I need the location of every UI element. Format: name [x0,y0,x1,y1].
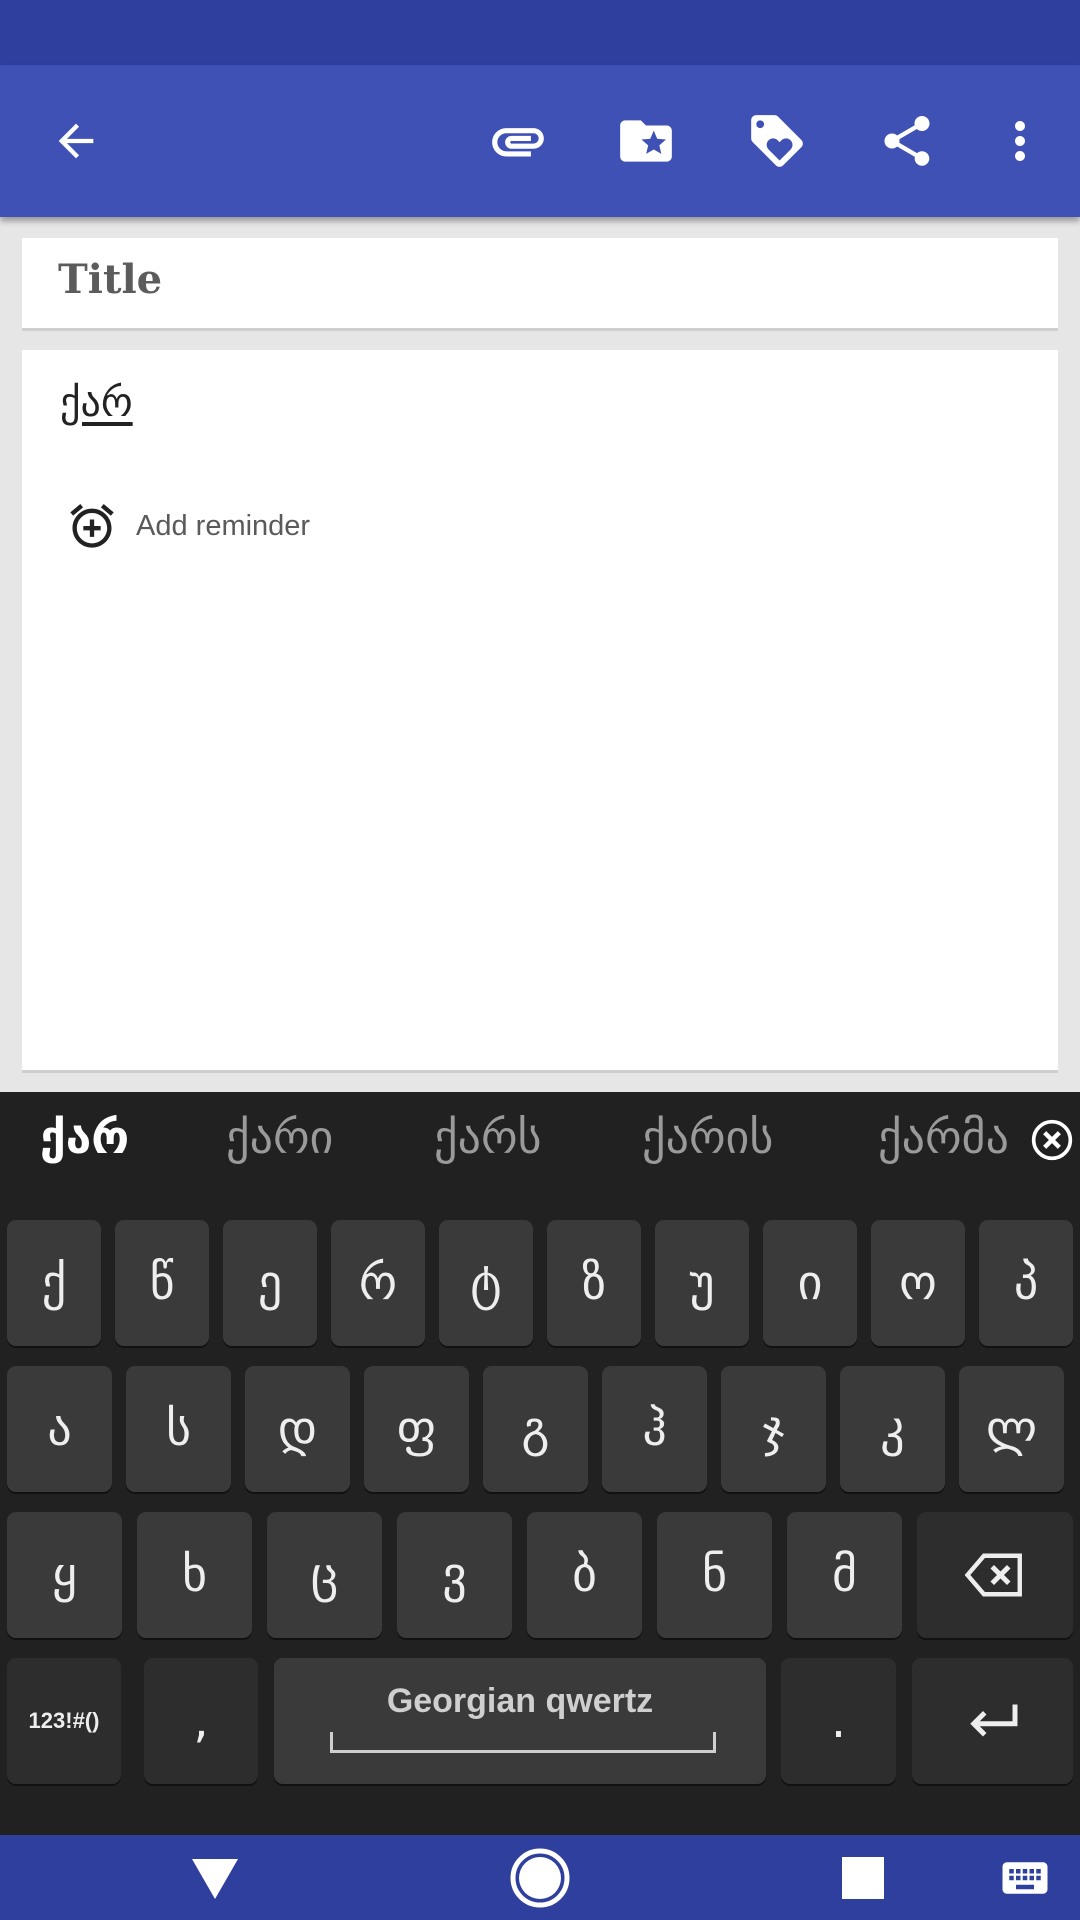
more-vert-icon [1015,121,1025,161]
key[interactable]: ნ [657,1512,772,1638]
key[interactable]: ტ [439,1220,533,1346]
key[interactable]: ვ [397,1512,512,1638]
key[interactable]: უ [655,1220,749,1346]
key[interactable]: ფ [364,1366,469,1492]
square-recents-icon [842,1857,884,1899]
symbols-key[interactable]: 123!#() [7,1658,121,1784]
key[interactable]: ო [871,1220,965,1346]
suggestion[interactable]: ქარის [642,1110,773,1164]
comma-key[interactable]: , [144,1658,258,1784]
backspace-icon [964,1553,1022,1597]
key[interactable]: მ [787,1512,902,1638]
key[interactable]: პ [979,1220,1073,1346]
keyboard-switch-button[interactable] [990,1849,1060,1907]
app-bar [0,65,1080,217]
enter-key[interactable] [912,1658,1073,1784]
key[interactable]: ქ [7,1220,101,1346]
backspace-key[interactable] [917,1512,1073,1638]
title-card: Title [22,238,1058,328]
tag-heart-icon [751,115,803,167]
tag-button[interactable] [739,103,815,179]
key[interactable]: დ [245,1366,350,1492]
close-circle-icon [1031,1119,1073,1161]
suggestion-primary[interactable]: ქარ [40,1110,129,1164]
key[interactable]: ე [223,1220,317,1346]
key[interactable]: ა [7,1366,112,1492]
more-options-button[interactable] [990,103,1050,179]
status-bar [0,0,1080,65]
alarm-add-icon [70,504,114,548]
suggestion[interactable]: ქარმა [878,1110,1028,1164]
paperclip-icon [492,128,544,157]
share-button[interactable] [869,103,945,179]
arrow-back-icon [58,123,94,159]
add-reminder-button[interactable]: Add reminder [66,500,310,552]
key[interactable]: გ [483,1366,588,1492]
content-input[interactable]: ქარ [60,380,133,426]
key[interactable]: კ [840,1366,945,1492]
navigation-bar [0,1835,1080,1920]
period-key[interactable]: . [781,1658,896,1784]
attach-button[interactable] [480,103,556,179]
suggestion-strip: ქარ ქარი ქარს ქარის ქარმა [0,1092,1080,1190]
nav-back-button[interactable] [180,1847,250,1909]
nav-recents-button[interactable] [830,1847,896,1909]
close-suggestions-button[interactable] [1030,1118,1074,1162]
nav-home-button[interactable] [505,1845,575,1911]
title-input[interactable]: Title [58,256,162,303]
soft-keyboard: ქარ ქარი ქარს ქარის ქარმა ქ წ ე რ ტ ზ უ … [0,1092,1080,1835]
suggestion[interactable]: ქარს [434,1110,542,1164]
key[interactable]: ჯ [721,1366,826,1492]
suggestion[interactable]: ქარი [226,1110,333,1164]
content-card: ქარ Add reminder [22,350,1058,1070]
space-bar-glyph [330,1732,716,1753]
key[interactable]: ზ [547,1220,641,1346]
key[interactable]: ც [267,1512,382,1638]
key[interactable]: ჰ [602,1366,707,1492]
share-icon [884,116,930,166]
key[interactable]: ს [126,1366,231,1492]
enter-icon [969,1704,1017,1737]
key[interactable]: ხ [137,1512,252,1638]
space-key[interactable]: Georgian qwertz [274,1658,766,1784]
key[interactable]: ბ [527,1512,642,1638]
space-key-label: Georgian qwertz [386,1682,654,1720]
key[interactable]: წ [115,1220,209,1346]
circle-home-icon [510,1848,570,1908]
folder-star-icon [620,120,672,162]
key[interactable]: რ [331,1220,425,1346]
back-button[interactable] [40,105,112,177]
key[interactable]: ყ [7,1512,122,1638]
key[interactable]: ი [763,1220,857,1346]
keyboard-icon [1002,1862,1048,1894]
triangle-down-icon [192,1859,238,1899]
category-button[interactable] [608,103,684,179]
add-reminder-label: Add reminder [136,509,311,542]
key[interactable]: ლ [959,1366,1064,1492]
